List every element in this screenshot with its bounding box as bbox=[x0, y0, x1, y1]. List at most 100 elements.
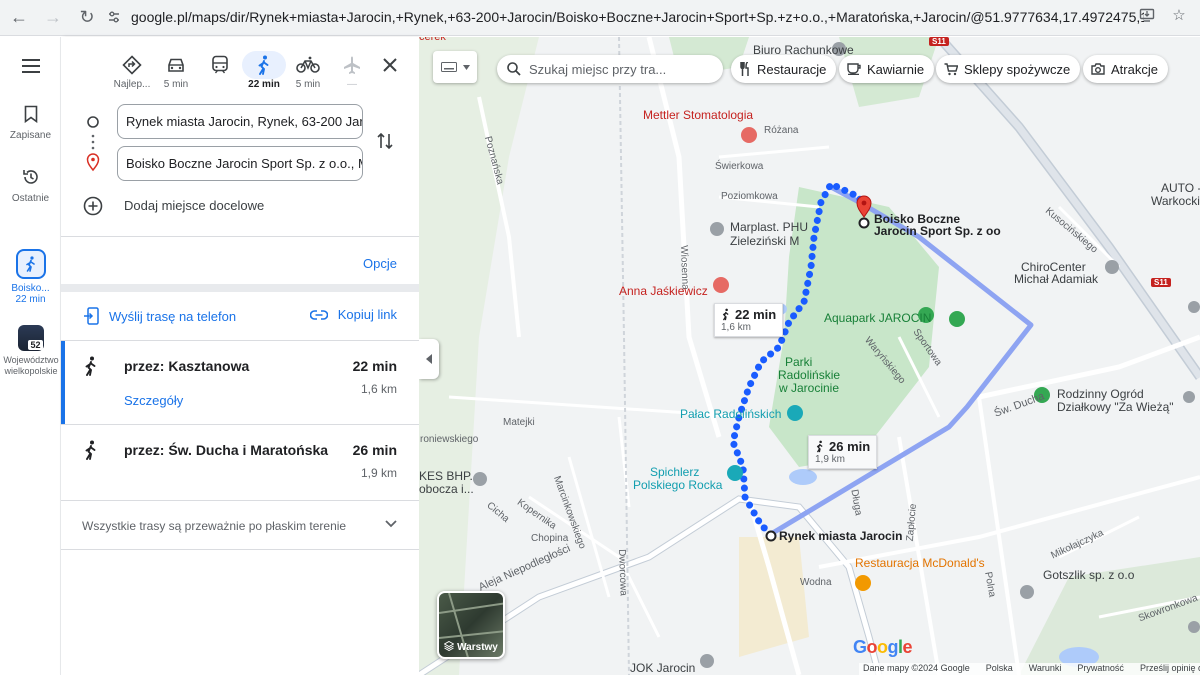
map-canvas[interactable]: S11 S11 Poznańska Różana Świerkowa Pozio… bbox=[419, 37, 1200, 675]
reload-icon[interactable]: ↻ bbox=[72, 3, 102, 33]
route-name: przez: Kasztanowa bbox=[124, 358, 250, 374]
car-icon bbox=[168, 58, 184, 72]
place-label: cerek bbox=[419, 37, 446, 43]
mode-walk-label: 22 min bbox=[248, 79, 280, 90]
close-directions-button[interactable] bbox=[383, 55, 397, 78]
attribution-privacy[interactable]: Prywatność bbox=[1077, 663, 1124, 675]
route-option-2[interactable]: przez: Św. Ducha i Maratońska 26 min 1,9… bbox=[61, 425, 419, 509]
search-along-route[interactable]: Szukaj miejsc przy tra... bbox=[497, 55, 723, 83]
route-time: 26 min bbox=[352, 442, 397, 458]
rail-active-route[interactable]: Boisko... 22 min bbox=[0, 249, 61, 305]
street-label: roniewskiego bbox=[420, 434, 479, 445]
add-destination-label[interactable]: Dodaj miejsce docelowe bbox=[124, 198, 264, 213]
place-label: Michał Adamiak bbox=[1014, 272, 1099, 286]
origin-field[interactable]: Rynek miasta Jarocin, Rynek, 63-200 Jaro… bbox=[117, 104, 363, 139]
input-tools-button[interactable] bbox=[433, 51, 477, 83]
mode-transit[interactable] bbox=[198, 51, 242, 79]
install-app-icon[interactable] bbox=[1138, 6, 1156, 24]
destination-field[interactable]: Boisko Boczne Jarocin Sport Sp. z o.o., … bbox=[117, 146, 363, 181]
place-label: Rodzinny Ogród bbox=[1057, 387, 1144, 401]
place-label: Warkocki I bbox=[1151, 194, 1200, 208]
side-rail: Zapisane Ostatnie Boisko... 22 min 52 Wo… bbox=[0, 37, 61, 675]
dropdown-arrow-icon bbox=[462, 64, 470, 70]
route-details-link[interactable]: Szczegóły bbox=[124, 393, 183, 408]
place-label: w Jarocinie bbox=[779, 381, 840, 395]
send-to-phone-button[interactable]: Wyślij trasę na telefon bbox=[83, 307, 236, 325]
recent-label: Ostatnie bbox=[11, 193, 50, 204]
walk-icon bbox=[722, 308, 729, 321]
place-label: Gotszlik sp. z o.o bbox=[1043, 568, 1135, 582]
destination-label: Jarocin Sport Sp. z oo bbox=[874, 224, 1001, 238]
expand-terrain-button[interactable] bbox=[385, 515, 397, 531]
route-time-label-alt[interactable]: 26 min 1,9 km bbox=[808, 435, 878, 469]
layers-icon bbox=[443, 640, 455, 652]
send-to-phone-label: Wyślij trasę na telefon bbox=[109, 308, 237, 324]
shopping-cart-icon bbox=[944, 62, 958, 75]
saved-button[interactable]: Zapisane bbox=[0, 105, 61, 141]
chip-cafes[interactable]: Kawiarnie bbox=[839, 55, 935, 83]
place-label: JOK Jarocin bbox=[630, 661, 696, 675]
place-label: Aquapark JAROCIN bbox=[824, 311, 932, 325]
waypoint-markers bbox=[86, 116, 100, 172]
route-time: 22 min bbox=[735, 307, 777, 322]
street-label: Różana bbox=[764, 125, 799, 136]
rail-region[interactable]: 52 Województwo wielkopolskie bbox=[0, 325, 61, 377]
menu-button[interactable] bbox=[0, 59, 61, 76]
mode-flight-label: — bbox=[347, 79, 357, 90]
bookmark-star-icon[interactable]: ☆ bbox=[1170, 6, 1188, 24]
place-label: Spichlerz bbox=[650, 465, 700, 479]
map-attribution: Dane mapy ©2024 Google Polska Warunki Pr… bbox=[859, 663, 1200, 675]
recent-button[interactable]: Ostatnie bbox=[0, 168, 61, 204]
street-label: Poziomkowa bbox=[721, 191, 778, 202]
attribution-country[interactable]: Polska bbox=[986, 663, 1013, 675]
options-button[interactable]: Opcje bbox=[363, 256, 397, 271]
attribution-feedback[interactable]: Prześlij opinię o prod bbox=[1140, 663, 1200, 675]
add-destination-button[interactable] bbox=[83, 196, 103, 221]
region-label: Województwo wielkopolskie bbox=[3, 355, 59, 376]
attribution-terms[interactable]: Warunki bbox=[1029, 663, 1062, 675]
start-label: Rynek miasta Jarocin bbox=[779, 529, 903, 543]
add-circle-icon bbox=[83, 196, 103, 216]
route-option-1[interactable]: przez: Kasztanowa 22 min 1,6 km Szczegół… bbox=[61, 341, 419, 425]
route-name: przez: Św. Ducha i Maratońska bbox=[124, 442, 329, 458]
chevron-left-icon bbox=[426, 354, 432, 364]
rail-active-time: 22 min bbox=[15, 294, 46, 305]
url-text: google.pl/maps/dir/Rynek+miasta+Jarocin,… bbox=[131, 9, 1144, 25]
chip-label: Restauracje bbox=[757, 61, 827, 77]
forward-icon[interactable]: → bbox=[38, 3, 68, 33]
chip-groceries[interactable]: Sklepy spożywcze bbox=[936, 55, 1081, 83]
street-label: Chopina bbox=[531, 533, 569, 544]
layers-button[interactable]: Warstwy bbox=[437, 591, 505, 659]
route-time-label-primary[interactable]: 22 min 1,6 km bbox=[714, 303, 784, 337]
back-icon[interactable]: ← bbox=[4, 3, 34, 33]
place-label: Restauracja McDonald's bbox=[855, 556, 985, 570]
mode-walk[interactable]: 22 min bbox=[242, 51, 286, 90]
address-bar[interactable]: google.pl/maps/dir/Rynek+miasta+Jarocin,… bbox=[104, 4, 1144, 30]
mode-best[interactable]: Najlep... bbox=[110, 51, 154, 90]
mode-car[interactable]: 5 min bbox=[154, 51, 198, 90]
swap-icon bbox=[377, 132, 393, 150]
swap-button[interactable] bbox=[376, 131, 394, 156]
place-label: Mettler Stomatologia bbox=[643, 108, 754, 122]
chip-attractions[interactable]: Atrakcje bbox=[1083, 55, 1168, 83]
section-separator bbox=[61, 284, 419, 292]
route-distance: 1,9 km bbox=[815, 454, 846, 465]
collapse-panel-button[interactable] bbox=[419, 339, 439, 379]
mode-bicycle-label: 5 min bbox=[295, 79, 321, 90]
chevron-down-icon bbox=[385, 520, 397, 528]
keyboard-icon bbox=[440, 62, 457, 72]
walk-icon bbox=[85, 440, 96, 460]
browser-toolbar: ← → ↻ google.pl/maps/dir/Rynek+miasta+Ja… bbox=[0, 0, 1200, 36]
send-to-phone-icon bbox=[84, 307, 99, 325]
mode-car-label: 5 min bbox=[163, 79, 189, 90]
site-settings-icon[interactable] bbox=[104, 6, 123, 28]
search-placeholder: Szukaj miejsc przy tra... bbox=[529, 61, 667, 77]
directions-panel: Najlep... 5 min 22 min 5 min — Rynek mia… bbox=[61, 37, 419, 675]
rail-active-label: Boisko... bbox=[11, 283, 50, 294]
mode-bicycle[interactable]: 5 min bbox=[286, 51, 330, 90]
copy-link-button[interactable]: Kopiuj link bbox=[309, 307, 397, 322]
place-label: Pałac Radolińskich bbox=[680, 407, 782, 421]
chip-restaurants[interactable]: Restauracje bbox=[731, 55, 837, 83]
walk-icon bbox=[258, 55, 269, 75]
mode-flight[interactable]: — bbox=[330, 51, 374, 90]
